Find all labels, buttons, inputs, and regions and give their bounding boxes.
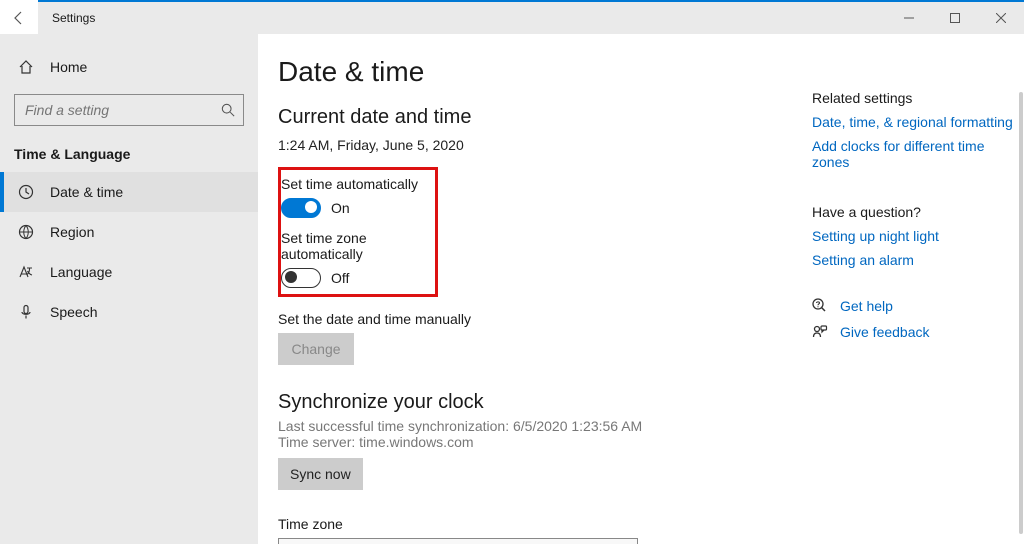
search-icon <box>221 103 235 117</box>
change-button[interactable]: Change <box>278 333 354 365</box>
main: Date & time Current date and time 1:24 A… <box>258 34 1024 544</box>
sidebar: Home Time & Language Date & time <box>0 34 258 544</box>
link-setting-alarm[interactable]: Setting an alarm <box>812 252 1016 268</box>
related-title: Related settings <box>812 90 1016 106</box>
microphone-icon <box>18 304 36 320</box>
globe-icon <box>18 224 36 240</box>
sync-now-button[interactable]: Sync now <box>278 458 363 490</box>
close-button[interactable] <box>978 2 1024 34</box>
link-give-feedback[interactable]: Give feedback <box>840 324 930 340</box>
category-heading: Time & Language <box>0 142 258 172</box>
scrollbar[interactable] <box>1019 92 1023 534</box>
toggle-set-time[interactable] <box>281 198 321 218</box>
sync-server: Time server: time.windows.com <box>278 434 792 450</box>
sync-heading: Synchronize your clock <box>278 391 792 414</box>
toggle-set-time-label: Set time automatically <box>281 176 425 192</box>
nav-date-time[interactable]: Date & time <box>0 172 258 212</box>
page-subheading: Current date and time <box>278 106 792 129</box>
page-heading: Date & time <box>278 56 792 88</box>
home-label: Home <box>50 59 87 75</box>
nav-label: Region <box>50 224 94 240</box>
nav-label: Language <box>50 264 112 280</box>
language-icon <box>18 264 36 280</box>
maximize-icon <box>950 13 960 23</box>
nav-region[interactable]: Region <box>0 212 258 252</box>
toggle-set-time-state: On <box>331 200 350 216</box>
nav-label: Speech <box>50 304 97 320</box>
back-button[interactable] <box>0 0 38 37</box>
toggle-set-tz-state: Off <box>331 270 349 286</box>
search-input[interactable] <box>23 101 221 119</box>
manual-label: Set the date and time manually <box>278 311 792 327</box>
back-arrow-icon <box>11 10 27 26</box>
minimize-icon <box>904 13 914 23</box>
search-box[interactable] <box>14 94 244 126</box>
current-datetime: 1:24 AM, Friday, June 5, 2020 <box>278 137 792 153</box>
close-icon <box>996 13 1006 23</box>
help-icon <box>812 298 828 314</box>
link-add-clocks[interactable]: Add clocks for different time zones <box>812 138 1016 170</box>
question-title: Have a question? <box>812 204 1016 220</box>
window-title: Settings <box>38 11 95 25</box>
nav-label: Date & time <box>50 184 123 200</box>
feedback-icon <box>812 324 828 340</box>
toggle-set-tz-label: Set time zone automatically <box>281 230 425 262</box>
highlight-box: Set time automatically On Set time zone … <box>278 167 438 297</box>
tz-select[interactable]: (UTC-08:00) Pacific Time (US & Canada) <box>278 538 638 544</box>
toggle-set-tz[interactable] <box>281 268 321 288</box>
sync-last: Last successful time synchronization: 6/… <box>278 418 792 434</box>
tz-label: Time zone <box>278 516 792 532</box>
titlebar: Settings <box>0 2 1024 34</box>
minimize-button[interactable] <box>886 2 932 34</box>
nav-speech[interactable]: Speech <box>0 292 258 332</box>
clock-icon <box>18 184 36 200</box>
link-get-help[interactable]: Get help <box>840 298 893 314</box>
maximize-button[interactable] <box>932 2 978 34</box>
nav-language[interactable]: Language <box>0 252 258 292</box>
home-button[interactable]: Home <box>0 48 258 86</box>
home-icon <box>18 59 36 75</box>
content: Date & time Current date and time 1:24 A… <box>258 34 812 544</box>
right-pane: Related settings Date, time, & regional … <box>812 34 1024 544</box>
link-regional-formatting[interactable]: Date, time, & regional formatting <box>812 114 1016 130</box>
link-night-light[interactable]: Setting up night light <box>812 228 1016 244</box>
